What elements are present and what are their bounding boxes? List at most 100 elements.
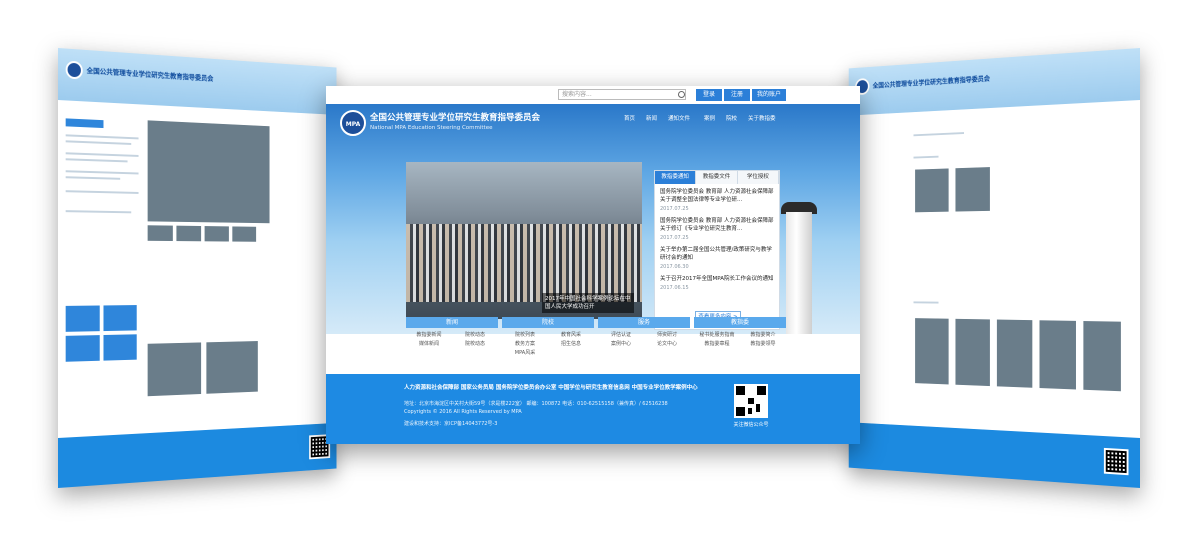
category-link[interactable]: 师资研讨: [644, 331, 690, 340]
featured-photo[interactable]: 2017年中国社会科学案例论坛在中国人民大学成功召开: [406, 162, 642, 319]
category-link[interactable]: 教务方案: [502, 340, 548, 349]
category-link[interactable]: 招生信息: [548, 340, 594, 349]
right-page-body: [849, 110, 1140, 438]
site-title: 全国公共管理专业学位研究生教育指导委员会: [370, 113, 541, 123]
category-link[interactable]: 教指委领导: [740, 340, 786, 349]
notice-tabs: 教指委通知 教指委文件 学位授权: [655, 171, 779, 184]
nav-schools[interactable]: 院校: [726, 114, 737, 122]
notice-date: 2017.07.25: [660, 235, 689, 241]
category-section: 新闻 教指委新闻 院校动态 媒体新闻 院校动态 院校 院校列表 教育风采 教务方…: [406, 317, 786, 363]
notice-date: 2017.06.15: [660, 285, 689, 291]
left-page-title: 全国公共管理专业学位研究生教育指导委员会: [86, 66, 214, 83]
left-text-line: [65, 140, 132, 145]
footer-links[interactable]: 人力资源和社会保障部 国家公务员局 国务院学位委员会办公室 中国学位与研究生教育…: [404, 383, 698, 391]
category-link[interactable]: 案例中心: [598, 340, 644, 349]
tab-committee-notices[interactable]: 教指委通知: [655, 171, 697, 184]
left-text-line: [65, 190, 139, 194]
right-qr-icon: [1103, 447, 1129, 476]
category-link[interactable]: 教指委章程: [694, 340, 740, 349]
category-link[interactable]: 论文中心: [644, 340, 690, 349]
category-link[interactable]: 院校动态: [452, 331, 498, 340]
left-tab-block: [65, 118, 104, 129]
left-page-preview: 全国公共管理专业学位研究生教育指导委员会: [58, 48, 337, 488]
left-text-line: [65, 210, 132, 214]
register-button[interactable]: 注册: [724, 89, 750, 101]
left-thumb: [147, 225, 173, 242]
showcase-stage: 全国公共管理专业学位研究生教育指导委员会 全国公共管理专业学位研究生教育指导委员…: [0, 0, 1200, 541]
category-news: 新闻 教指委新闻 院校动态 媒体新闻 院校动态: [406, 317, 498, 349]
right-portrait: [1083, 321, 1121, 392]
left-thumb: [176, 225, 202, 242]
footer-copyright: Copyrights © 2016 All Rights Reserved by…: [404, 409, 522, 415]
left-page-logo: [65, 60, 83, 80]
left-text-line: [65, 170, 139, 175]
nav-home[interactable]: 首页: [624, 114, 635, 122]
left-photo: [147, 120, 270, 224]
right-portrait: [1039, 320, 1076, 390]
qr-label: 关注微信公众号: [733, 422, 769, 428]
left-page-header: 全国公共管理专业学位研究生教育指导委员会: [58, 48, 337, 115]
right-page-header: 全国公共管理专业学位研究生教育指导委员会: [848, 48, 1140, 116]
nav-cases[interactable]: 案例: [704, 114, 715, 122]
category-link[interactable]: 教指委简介: [740, 331, 786, 340]
right-text-line: [913, 301, 939, 304]
category-link[interactable]: 评估认证: [598, 331, 644, 340]
left-tile: [103, 334, 137, 361]
category-services: 服务 评估认证 师资研讨 案例中心 论文中心: [598, 317, 690, 349]
notice-panel: 教指委通知 教指委文件 学位授权 国务院学位委员会 教育部 人力资源社会保障部 …: [654, 170, 780, 330]
wechat-qr-icon: [734, 384, 768, 418]
right-portrait: [955, 167, 990, 212]
category-link[interactable]: 媒体新闻: [406, 340, 452, 349]
category-title[interactable]: 院校: [502, 317, 594, 328]
right-text-line: [913, 155, 939, 159]
category-link[interactable]: 院校列表: [502, 331, 548, 340]
right-portrait: [996, 319, 1033, 388]
nav-about[interactable]: 关于教指委: [748, 114, 776, 122]
group-photo-crowd: [406, 224, 642, 302]
category-title[interactable]: 新闻: [406, 317, 498, 328]
category-schools: 院校 院校列表 教育风采 教务方案 招生信息 MPA风采: [502, 317, 594, 358]
category-link[interactable]: 秘书处服务指南: [694, 331, 740, 340]
my-account-button[interactable]: 我的账户: [752, 89, 786, 101]
nav-news[interactable]: 新闻: [646, 114, 657, 122]
footer-icp: 建设和技术支持：京ICP备14043772号-3: [404, 421, 498, 427]
photo-caption[interactable]: 2017年中国社会科学案例论坛在中国人民大学成功召开: [542, 293, 634, 313]
category-link[interactable]: MPA风采: [502, 349, 548, 358]
right-page-title: 全国公共管理专业学位研究生教育指导委员会: [872, 74, 990, 90]
left-tile: [65, 335, 100, 362]
category-link[interactable]: 教育风采: [548, 331, 594, 340]
notice-date: 2017.07.25: [660, 206, 689, 212]
category-title[interactable]: 教指委: [694, 317, 786, 328]
lighthouse-tower: [786, 212, 812, 334]
left-text-line: [65, 134, 139, 140]
notice-item[interactable]: 关于举办第二届全国公共管理/政策研究与教学研讨会的通知: [660, 246, 774, 262]
right-portrait: [915, 168, 949, 213]
category-committee: 教指委 秘书处服务指南 教指委简介 教指委章程 教指委领导: [694, 317, 786, 349]
right-page-preview: 全国公共管理专业学位研究生教育指导委员会: [848, 48, 1140, 488]
left-text-line: [65, 158, 128, 163]
notice-date: 2017.06.30: [660, 264, 689, 270]
nav-notices[interactable]: 通知文件: [668, 114, 690, 122]
mpa-logo[interactable]: MPA: [340, 110, 366, 136]
left-photo-small: [206, 341, 258, 394]
notice-list: 国务院学位委员会 教育部 人力资源社会保障部 关于调整全国法律等专业学位研...…: [655, 184, 779, 292]
right-portrait: [955, 318, 990, 387]
left-text-line: [65, 176, 121, 180]
category-link[interactable]: 教指委新闻: [406, 331, 452, 340]
notice-item[interactable]: 国务院学位委员会 教育部 人力资源社会保障部 关于调整全国法律等专业学位研...: [660, 188, 774, 204]
notice-item[interactable]: 关于召开2017年全国MPA院长工作会议的通知: [660, 275, 774, 283]
left-tile: [65, 305, 100, 332]
footer-address: 地址：北京市海淀区中关村大街59号（求是楼222室） 邮编：100872 电话：…: [404, 401, 668, 407]
notice-item[interactable]: 国务院学位委员会 教育部 人力资源社会保障部 关于修订《专业学位研究生教育...: [660, 217, 774, 233]
category-link[interactable]: 院校动态: [452, 340, 498, 349]
search-icon[interactable]: [678, 91, 685, 98]
tab-degree-authorization[interactable]: 学位授权: [737, 171, 779, 184]
left-text-line: [65, 152, 139, 157]
search-input[interactable]: 搜索内容...: [558, 89, 686, 100]
top-bar: 搜索内容... 登录 注册 我的账户: [326, 86, 860, 104]
category-title[interactable]: 服务: [598, 317, 690, 328]
left-page-body: [58, 110, 337, 438]
left-thumb: [232, 226, 257, 242]
tab-committee-files[interactable]: 教指委文件: [696, 171, 738, 184]
login-button[interactable]: 登录: [696, 89, 722, 101]
